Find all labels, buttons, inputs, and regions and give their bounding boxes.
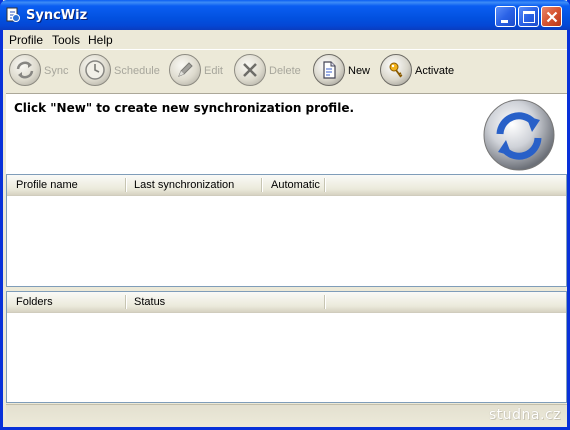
- folders-list-header: Folders Status: [7, 292, 566, 313]
- column-status[interactable]: Status: [134, 296, 165, 308]
- info-message: Click "New" to create new synchronizatio…: [14, 101, 355, 115]
- app-icon: [6, 7, 20, 23]
- info-panel: Click "New" to create new synchronizatio…: [6, 93, 567, 174]
- key-icon: [380, 54, 412, 86]
- close-button[interactable]: [541, 6, 562, 27]
- status-bar: studna.cz: [6, 404, 567, 425]
- column-divider[interactable]: [324, 295, 326, 309]
- window-title: SyncWiz: [26, 8, 88, 23]
- profiles-list-header: Profile name Last synchronization Automa…: [7, 175, 566, 196]
- column-divider[interactable]: [324, 178, 326, 192]
- activate-label: Activate: [415, 65, 455, 77]
- menu-tools[interactable]: Tools: [52, 33, 80, 47]
- new-document-icon: [313, 54, 345, 86]
- toolbar: Sync Schedule Edit Delete New Activate: [3, 49, 567, 94]
- column-last-synchronization[interactable]: Last synchronization: [134, 179, 234, 191]
- column-automatic[interactable]: Automatic: [271, 179, 320, 191]
- column-divider[interactable]: [125, 178, 127, 192]
- title-bar[interactable]: SyncWiz: [0, 0, 570, 30]
- maximize-button[interactable]: [518, 6, 539, 27]
- edit-label: Edit: [204, 65, 223, 77]
- sync-label: Sync: [44, 65, 69, 77]
- minimize-button[interactable]: [495, 6, 516, 27]
- menu-profile[interactable]: Profile: [9, 33, 43, 47]
- new-label: New: [348, 65, 371, 77]
- column-divider[interactable]: [125, 295, 127, 309]
- watermark-text: studna.cz: [489, 407, 561, 423]
- clock-icon: [79, 54, 111, 86]
- profiles-list[interactable]: Profile name Last synchronization Automa…: [6, 174, 567, 287]
- column-profile-name[interactable]: Profile name: [16, 179, 78, 191]
- delete-icon: [234, 54, 266, 86]
- column-folders[interactable]: Folders: [16, 296, 53, 308]
- sync-logo-icon: [482, 98, 556, 172]
- folders-list[interactable]: Folders Status: [6, 291, 567, 403]
- column-divider[interactable]: [261, 178, 263, 192]
- menu-bar: Profile Tools Help: [3, 30, 567, 49]
- delete-label: Delete: [269, 65, 301, 77]
- schedule-label: Schedule: [114, 65, 160, 77]
- sync-icon: [9, 54, 41, 86]
- pencil-icon: [169, 54, 201, 86]
- menu-help[interactable]: Help: [88, 33, 113, 47]
- app-window: SyncWiz Profile Tools Help Sync Schedule…: [0, 0, 570, 430]
